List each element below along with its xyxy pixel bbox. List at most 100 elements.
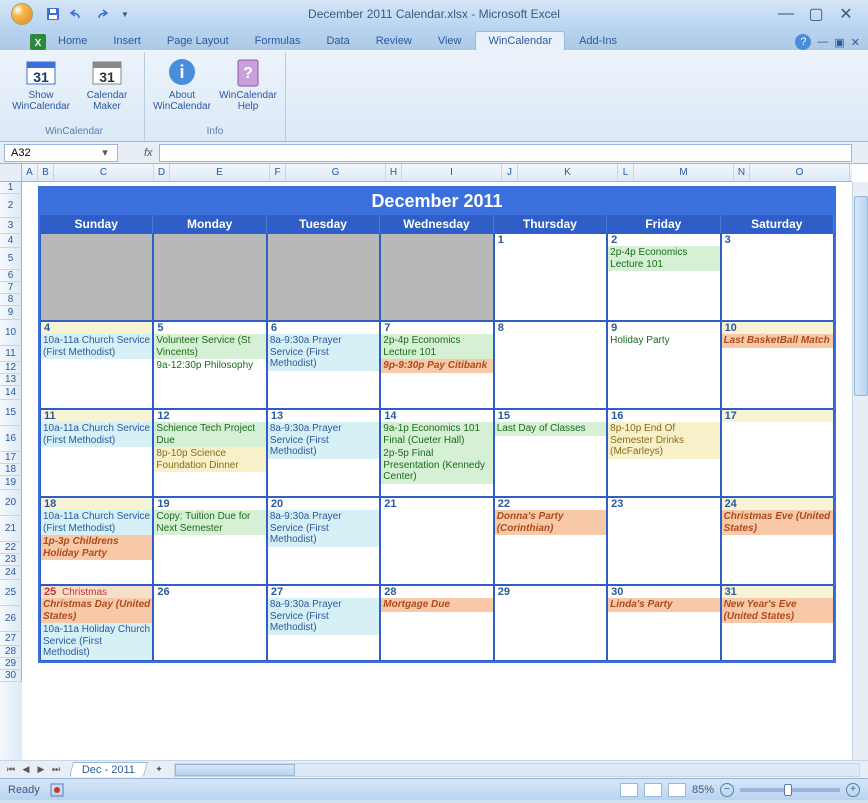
calendar-cell[interactable]: 28Mortgage Due <box>380 585 493 661</box>
row-header[interactable]: 29 <box>0 658 22 670</box>
calendar-event[interactable]: 8p-10p End Of Semester Drinks (McFarleys… <box>608 422 719 459</box>
doc-restore-button[interactable]: ▣ <box>834 36 844 49</box>
calendar-event[interactable]: 10a-11a Church Service (First Methodist) <box>41 510 152 535</box>
column-header[interactable]: D <box>154 164 170 181</box>
fx-label[interactable]: fx <box>144 147 153 159</box>
first-sheet-button[interactable]: ⏮ <box>4 763 18 777</box>
calendar-cell[interactable]: 29 <box>494 585 607 661</box>
row-header[interactable]: 13 <box>0 374 22 386</box>
calendar-event[interactable]: Mortgage Due <box>381 598 492 612</box>
calendar-event[interactable]: Last BasketBall Match <box>722 334 833 348</box>
column-header[interactable]: I <box>402 164 502 181</box>
minimize-button[interactable]: — <box>776 6 796 22</box>
row-header[interactable]: 14 <box>0 386 22 400</box>
row-header[interactable]: 12 <box>0 362 22 374</box>
office-button[interactable] <box>4 2 40 26</box>
row-header[interactable]: 23 <box>0 554 22 566</box>
prev-sheet-button[interactable]: ◀ <box>19 763 33 777</box>
calendar-cell[interactable]: 5 Volunteer Service (St Vincents)9a-12:3… <box>153 321 266 409</box>
row-header[interactable]: 4 <box>0 234 22 248</box>
zoom-slider[interactable] <box>740 788 840 792</box>
calendar-event[interactable]: 8a-9:30a Prayer Service (First Methodist… <box>268 598 379 635</box>
tab-formulas[interactable]: Formulas <box>243 32 313 50</box>
select-all-corner[interactable] <box>0 164 22 182</box>
column-header[interactable]: H <box>386 164 402 181</box>
row-header[interactable]: 19 <box>0 476 22 490</box>
row-header[interactable]: 18 <box>0 464 22 476</box>
calendar-cell[interactable]: 1 <box>494 233 607 321</box>
column-header[interactable]: B <box>38 164 54 181</box>
column-header[interactable]: O <box>750 164 850 181</box>
zoom-in-button[interactable]: + <box>846 783 860 797</box>
calendar-event[interactable]: Christmas Day (United States) <box>41 598 152 623</box>
calendar-cell[interactable]: 138a-9:30a Prayer Service (First Methodi… <box>267 409 380 497</box>
column-header[interactable]: F <box>270 164 286 181</box>
row-header[interactable]: 9 <box>0 306 22 320</box>
last-sheet-button[interactable]: ⏭ <box>49 763 63 777</box>
column-header[interactable]: A <box>22 164 38 181</box>
calendar-cell[interactable]: 208a-9:30a Prayer Service (First Methodi… <box>267 497 380 585</box>
row-header[interactable]: 21 <box>0 516 22 542</box>
vertical-scrollbar[interactable] <box>852 182 868 760</box>
row-header[interactable]: 27 <box>0 632 22 646</box>
column-header[interactable]: E <box>170 164 270 181</box>
column-header[interactable]: L <box>618 164 634 181</box>
calendar-event[interactable]: 10a-11a Holiday Church Service (First Me… <box>41 623 152 660</box>
undo-icon[interactable] <box>68 5 86 23</box>
help-button[interactable]: ? <box>795 34 811 50</box>
calendar-event[interactable]: Copy: Tuition Due for Next Semester <box>154 510 265 535</box>
calendar-event[interactable]: 8p-10p Science Foundation Dinner <box>154 447 265 472</box>
calendar-event[interactable]: 8a-9:30a Prayer Service (First Methodist… <box>268 334 379 371</box>
show-wincalendar-button[interactable]: 31ShowWinCalendar <box>12 54 70 126</box>
maximize-button[interactable]: ▢ <box>806 6 826 22</box>
page-layout-view-button[interactable] <box>644 783 662 797</box>
name-box[interactable]: A32 ▾ <box>4 144 118 162</box>
row-header[interactable]: 30 <box>0 670 22 682</box>
row-header[interactable]: 17 <box>0 452 22 464</box>
row-header[interactable]: 20 <box>0 490 22 516</box>
tab-add-ins[interactable]: Add-Ins <box>567 32 629 50</box>
calendar-event[interactable]: Donna's Party (Corinthian) <box>495 510 606 535</box>
column-header[interactable]: M <box>634 164 734 181</box>
tab-wincalendar[interactable]: WinCalendar <box>475 31 565 50</box>
zoom-level[interactable]: 85% <box>692 784 714 796</box>
calendar-cell[interactable]: 26 <box>153 585 266 661</box>
calendar-cell[interactable]: 1110a-11a Church Service (First Methodis… <box>40 409 153 497</box>
column-header[interactable]: J <box>502 164 518 181</box>
tab-home[interactable]: Home <box>46 32 99 50</box>
calendar-cell[interactable]: 21 <box>380 497 493 585</box>
name-box-dropdown-icon[interactable]: ▾ <box>99 146 111 159</box>
calendar-event[interactable]: Volunteer Service (St Vincents) <box>154 334 265 359</box>
calendar-event[interactable]: 2p-5p Final Presentation (Kennedy Center… <box>381 447 492 484</box>
calendar-event[interactable]: 2p-4p Economics Lecture 101 <box>381 334 492 359</box>
calendar-cell[interactable]: 22p-4p Economics Lecture 101 <box>607 233 720 321</box>
calendar-event[interactable]: 8a-9:30a Prayer Service (First Methodist… <box>268 422 379 459</box>
tab-insert[interactable]: Insert <box>101 32 153 50</box>
wincalendar-help-button[interactable]: ?WinCalendarHelp <box>219 54 277 126</box>
calendar-event[interactable]: 8a-9:30a Prayer Service (First Methodist… <box>268 510 379 547</box>
calendar-cell[interactable]: 3 <box>721 233 834 321</box>
calendar-cell[interactable]: 22 Donna's Party (Corinthian) <box>494 497 607 585</box>
calendar-event[interactable]: 10a-11a Church Service (First Methodist) <box>41 422 152 447</box>
grid[interactable]: December 2011 SundayMondayTuesdayWednesd… <box>22 182 852 760</box>
calendar-event[interactable]: 2p-4p Economics Lecture 101 <box>608 246 719 271</box>
calendar-cell[interactable]: 68a-9:30a Prayer Service (First Methodis… <box>267 321 380 409</box>
calendar-cell[interactable]: 30 Linda's Party <box>607 585 720 661</box>
calendar-cell[interactable]: 72p-4p Economics Lecture 1019p-9:30p Pay… <box>380 321 493 409</box>
row-header[interactable]: 8 <box>0 294 22 306</box>
row-header[interactable]: 3 <box>0 218 22 234</box>
calendar-cell[interactable]: 9Holiday Party <box>607 321 720 409</box>
tab-view[interactable]: View <box>426 32 474 50</box>
row-header[interactable]: 24 <box>0 566 22 580</box>
calendar-event[interactable]: Last Day of Classes <box>495 422 606 436</box>
horizontal-scrollbar[interactable] <box>174 763 860 777</box>
calendar-event[interactable]: 1p-3p Childrens Holiday Party <box>41 535 152 560</box>
row-header[interactable]: 11 <box>0 346 22 362</box>
zoom-out-button[interactable]: − <box>720 783 734 797</box>
calendar-cell[interactable]: 24 Christmas Eve (United States) <box>721 497 834 585</box>
calendar-cell[interactable]: 278a-9:30a Prayer Service (First Methodi… <box>267 585 380 661</box>
calendar-cell[interactable]: 31 New Year's Eve (United States) <box>721 585 834 661</box>
calendar-cell[interactable]: 149a-1p Economics 101 Final (Cueter Hall… <box>380 409 493 497</box>
column-header[interactable]: G <box>286 164 386 181</box>
tab-review[interactable]: Review <box>364 32 424 50</box>
